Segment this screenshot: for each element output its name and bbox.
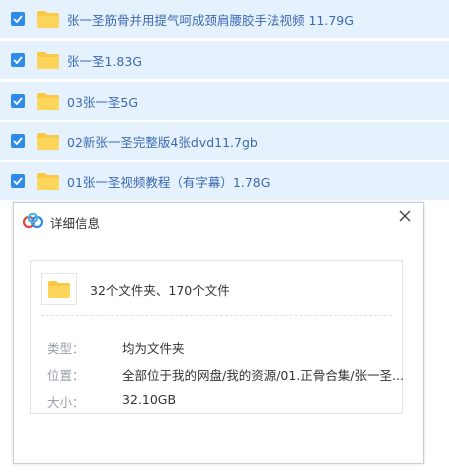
baidu-netdisk-logo-icon [23, 213, 43, 229]
file-name[interactable]: 03张一圣5G [67, 92, 138, 111]
detail-panel: 32个文件夹、170个文件 类型： 均为文件夹 位置： 全部位于我的网盘/我的资… [30, 260, 404, 414]
location-value[interactable]: 全部位于我的网盘/我的资源/01.正骨合集/张一圣... [122, 365, 404, 384]
type-value: 均为文件夹 [122, 341, 185, 356]
folder-icon [37, 51, 59, 69]
file-name[interactable]: 张一圣1.83G [67, 51, 142, 70]
file-row[interactable]: 张一圣1.83G [0, 41, 449, 79]
file-name[interactable]: 02新张一圣完整版4张dvd11.7gb [67, 132, 258, 151]
file-row[interactable]: 张一圣筋骨并用提气呵成颈肩腰胶手法视频 11.79G [0, 0, 449, 38]
folder-icon [37, 92, 59, 110]
folder-icon [37, 172, 59, 190]
folder-thumbnail [41, 273, 77, 305]
checkbox-checked-icon[interactable] [11, 94, 25, 108]
size-label: 大小： [47, 395, 85, 410]
divider [41, 315, 392, 316]
checkbox-checked-icon[interactable] [11, 134, 25, 148]
folder-icon [37, 10, 59, 28]
dialog-title: 详细信息 [50, 216, 101, 231]
details-dialog: 详细信息 32个文件夹、170个文件 类型： 均为文件夹 位置： 全部位于我的网… [13, 202, 424, 464]
checkbox-checked-icon[interactable] [11, 12, 25, 26]
location-label: 位置： [47, 368, 85, 383]
folder-icon [48, 281, 70, 298]
file-name[interactable]: 01张一圣视频教程（有字幕）1.78G [67, 172, 270, 191]
close-icon[interactable] [398, 209, 412, 223]
file-row[interactable]: 02新张一圣完整版4张dvd11.7gb [0, 122, 449, 160]
file-list: 张一圣筋骨并用提气呵成颈肩腰胶手法视频 11.79G 张一圣1.83G 03张一… [0, 0, 449, 200]
checkbox-checked-icon[interactable] [11, 174, 25, 188]
type-label: 类型： [47, 341, 85, 356]
file-row[interactable]: 01张一圣视频教程（有字幕）1.78G [0, 162, 449, 200]
checkbox-checked-icon[interactable] [11, 53, 25, 67]
folder-icon [37, 132, 59, 150]
size-value: 32.10GB [122, 392, 177, 407]
file-row[interactable]: 03张一圣5G [0, 82, 449, 120]
selection-summary: 32个文件夹、170个文件 [90, 283, 230, 298]
dialog-header: 详细信息 [14, 203, 423, 239]
file-name[interactable]: 张一圣筋骨并用提气呵成颈肩腰胶手法视频 11.79G [67, 10, 354, 29]
